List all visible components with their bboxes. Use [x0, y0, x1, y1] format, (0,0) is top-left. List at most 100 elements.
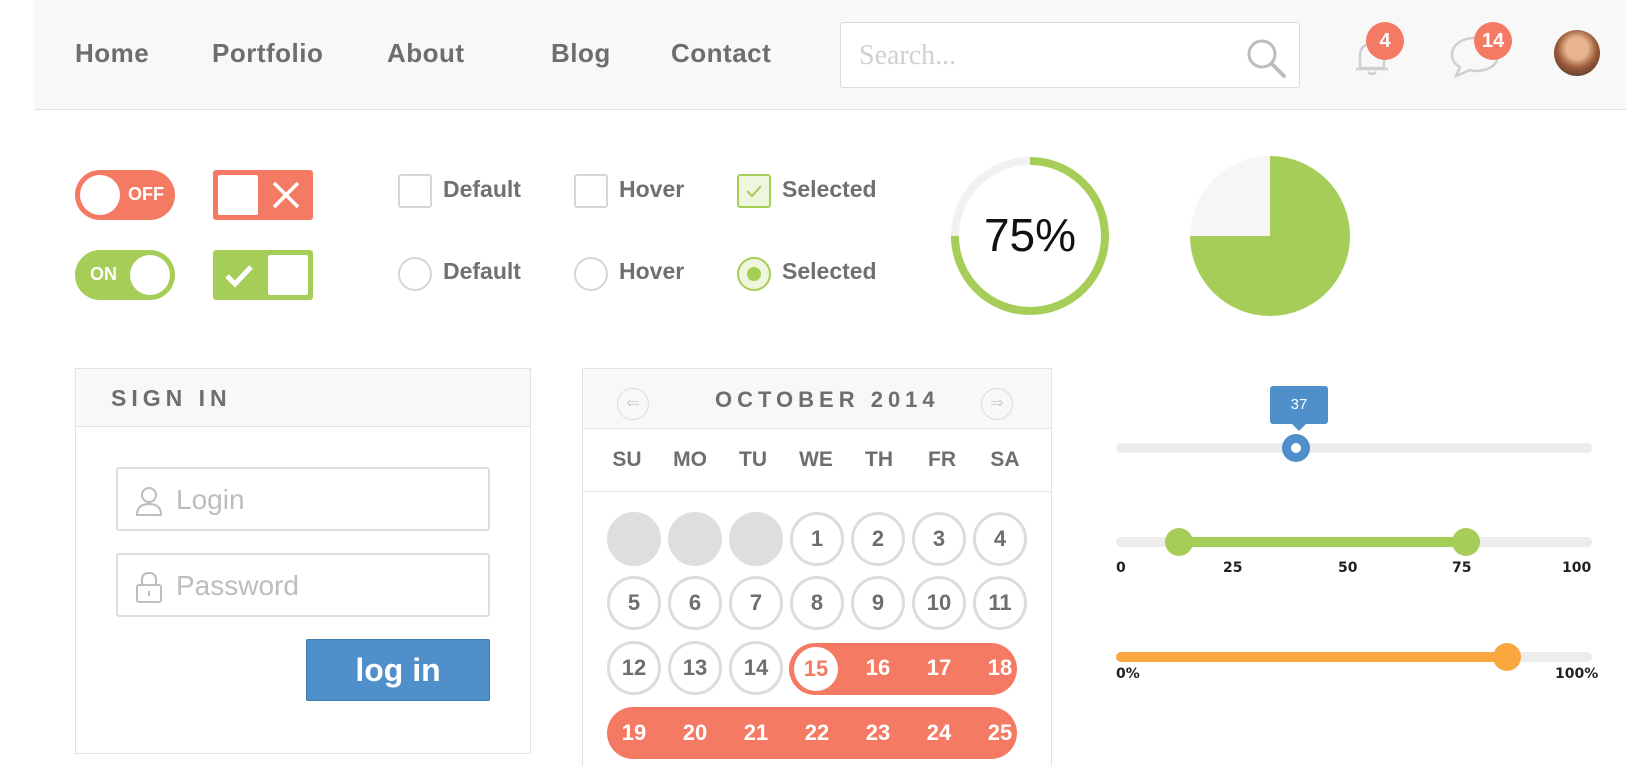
nav-about[interactable]: About	[387, 38, 465, 69]
calendar-day[interactable]: 3	[912, 512, 966, 566]
range-tick: 0	[1116, 560, 1126, 576]
weekday-label: SU	[612, 448, 642, 471]
signin-header: SIGN IN	[76, 369, 530, 427]
calendar-day[interactable]: 5	[607, 576, 661, 630]
toggle-on-label: ON	[90, 264, 117, 284]
checkbox-default-label: Default	[443, 176, 521, 202]
calendar-day[interactable]: 13	[668, 641, 722, 695]
password-field	[116, 553, 490, 617]
calendar-day-selected[interactable]: 22	[790, 706, 844, 760]
search-input[interactable]	[859, 37, 1239, 75]
messages-badge: 14	[1474, 22, 1512, 60]
calendar-day-selected[interactable]: 20	[668, 706, 722, 760]
calendar-day-selected[interactable]: 21	[729, 706, 783, 760]
checkbox-hover[interactable]	[574, 174, 608, 208]
radio-dot	[747, 267, 761, 281]
toggle-knob	[80, 175, 120, 215]
calendar-empty-day	[729, 512, 783, 566]
weekday-row: SU MO TU WE TH FR SA	[583, 428, 1051, 492]
checkbox-hover-label: Hover	[619, 176, 685, 202]
radio-default-label: Default	[443, 258, 521, 284]
checkbox-selected[interactable]	[737, 174, 771, 208]
calendar-day[interactable]: 11	[973, 576, 1027, 630]
login-button[interactable]: log in	[306, 639, 490, 701]
check-icon	[225, 265, 253, 288]
user-avatar[interactable]	[1554, 30, 1600, 76]
range-slider-high-handle[interactable]	[1452, 528, 1480, 556]
percent-slider-fill	[1116, 652, 1506, 662]
weekday-label: FR	[928, 448, 956, 471]
slider-handle[interactable]	[1282, 434, 1310, 462]
switch-handle	[268, 255, 308, 295]
range-tick: 25	[1223, 560, 1243, 576]
checkbox-default[interactable]	[398, 174, 432, 208]
toggle-on[interactable]: ON	[75, 250, 175, 300]
radio-default[interactable]	[398, 257, 432, 291]
nav-contact[interactable]: Contact	[671, 38, 771, 69]
slider-value-tooltip: 37	[1270, 386, 1328, 431]
pie-chart	[1190, 156, 1350, 316]
ui-kit-page: Home Portfolio About Blog Contact 4 14 O…	[0, 0, 1626, 766]
range-tick: 75	[1452, 560, 1472, 576]
radio-hover-label: Hover	[619, 258, 685, 284]
calendar-day-selected[interactable]: 16	[851, 641, 905, 695]
calendar-empty-day	[668, 512, 722, 566]
weekday-label: MO	[673, 448, 707, 471]
radio-selected[interactable]	[737, 257, 771, 291]
calendar-day[interactable]: 7	[729, 576, 783, 630]
slider-track[interactable]	[1116, 443, 1592, 453]
weekday-label: SA	[990, 448, 1020, 471]
calendar-day[interactable]: 6	[668, 576, 722, 630]
next-month-button[interactable]: ⇒	[981, 388, 1013, 420]
switch-handle	[218, 175, 258, 215]
calendar-day-selected[interactable]: 18	[973, 641, 1027, 695]
radio-hover[interactable]	[574, 257, 608, 291]
password-input[interactable]	[176, 567, 476, 605]
switch-on[interactable]	[213, 250, 313, 300]
login-input[interactable]	[176, 481, 476, 519]
weekday-label: TU	[739, 448, 767, 471]
calendar-header: ⇐ OCTOBER 2014 ⇒	[583, 369, 1051, 429]
search-icon[interactable]	[1245, 37, 1287, 79]
nav-portfolio[interactable]: Portfolio	[212, 38, 323, 69]
percent-max-label: 100%	[1555, 666, 1599, 682]
nav-blog[interactable]: Blog	[551, 38, 611, 69]
calendar-day[interactable]: 8	[790, 576, 844, 630]
calendar-day[interactable]: 12	[607, 641, 661, 695]
close-icon	[272, 181, 300, 209]
progress-value: 75%	[983, 209, 1077, 261]
range-slider-low-handle[interactable]	[1165, 528, 1193, 556]
weekday-label: WE	[799, 448, 833, 471]
range-tick: 50	[1338, 560, 1358, 576]
calendar-day[interactable]: 10	[912, 576, 966, 630]
lock-icon	[136, 571, 162, 603]
calendar-day[interactable]: 9	[851, 576, 905, 630]
nav-home[interactable]: Home	[75, 38, 149, 69]
calendar-day[interactable]: 2	[851, 512, 905, 566]
calendar-title: OCTOBER 2014	[715, 387, 940, 412]
calendar-day-selected[interactable]: 17	[912, 641, 966, 695]
calendar-day-selected[interactable]: 25	[973, 706, 1027, 760]
signin-title: SIGN IN	[111, 385, 232, 411]
notification-badge: 4	[1366, 22, 1404, 60]
calendar-day[interactable]: 1	[790, 512, 844, 566]
toggle-knob	[130, 255, 170, 295]
search-box	[840, 22, 1300, 88]
radio-selected-label: Selected	[782, 258, 877, 284]
toggle-off[interactable]: OFF	[75, 170, 175, 220]
calendar-day[interactable]: 4	[973, 512, 1027, 566]
calendar-day-today[interactable]: 15	[791, 644, 841, 694]
calendar-empty-day	[607, 512, 661, 566]
calendar-panel: ⇐ OCTOBER 2014 ⇒ SU MO TU WE TH FR SA 1 …	[582, 368, 1052, 766]
prev-month-button[interactable]: ⇐	[617, 388, 649, 420]
check-icon	[746, 185, 762, 198]
slider-handle-dot	[1291, 443, 1301, 453]
percent-min-label: 0%	[1116, 666, 1140, 682]
calendar-day-selected[interactable]: 23	[851, 706, 905, 760]
calendar-day-selected[interactable]: 24	[912, 706, 966, 760]
percent-slider-handle[interactable]	[1493, 643, 1521, 671]
calendar-day[interactable]: 14	[729, 641, 783, 695]
switch-off[interactable]	[213, 170, 313, 220]
calendar-day-selected[interactable]: 19	[607, 706, 661, 760]
weekday-label: TH	[865, 448, 893, 471]
